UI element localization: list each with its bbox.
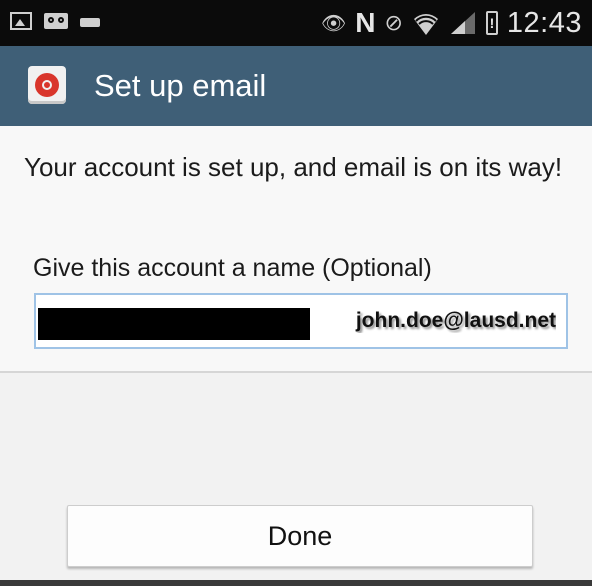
voicemail-icon — [44, 13, 68, 29]
clock: 12:43 — [506, 6, 582, 39]
divider — [0, 371, 592, 373]
setup-content: Your account is set up, and email is on … — [0, 126, 592, 371]
signal-icon — [450, 12, 475, 34]
notification-icons — [10, 12, 100, 30]
setup-message: Your account is set up, and email is on … — [24, 152, 563, 182]
page-title: Set up email — [94, 68, 267, 103]
nfc-icon: N — [355, 7, 376, 38]
system-icons: 👁︎ N ⊘ ! 12:43 — [321, 6, 582, 40]
action-bar: Set up email — [0, 46, 592, 126]
no-sim-icon: ⊘ — [384, 10, 403, 35]
email-app-icon[interactable] — [28, 66, 66, 104]
eye-icon: 👁︎ — [320, 12, 347, 35]
gallery-icon — [10, 12, 32, 30]
navigation-bar-edge — [0, 580, 592, 586]
redaction-block — [38, 308, 310, 340]
done-button[interactable]: Done — [67, 505, 533, 567]
status-bar: 👁︎ N ⊘ ! 12:43 — [0, 0, 592, 46]
keyboard-icon — [80, 17, 100, 27]
battery-icon: ! — [485, 11, 498, 35]
wifi-icon — [413, 14, 438, 35]
account-name-label: Give this account a name (Optional) — [33, 254, 432, 282]
